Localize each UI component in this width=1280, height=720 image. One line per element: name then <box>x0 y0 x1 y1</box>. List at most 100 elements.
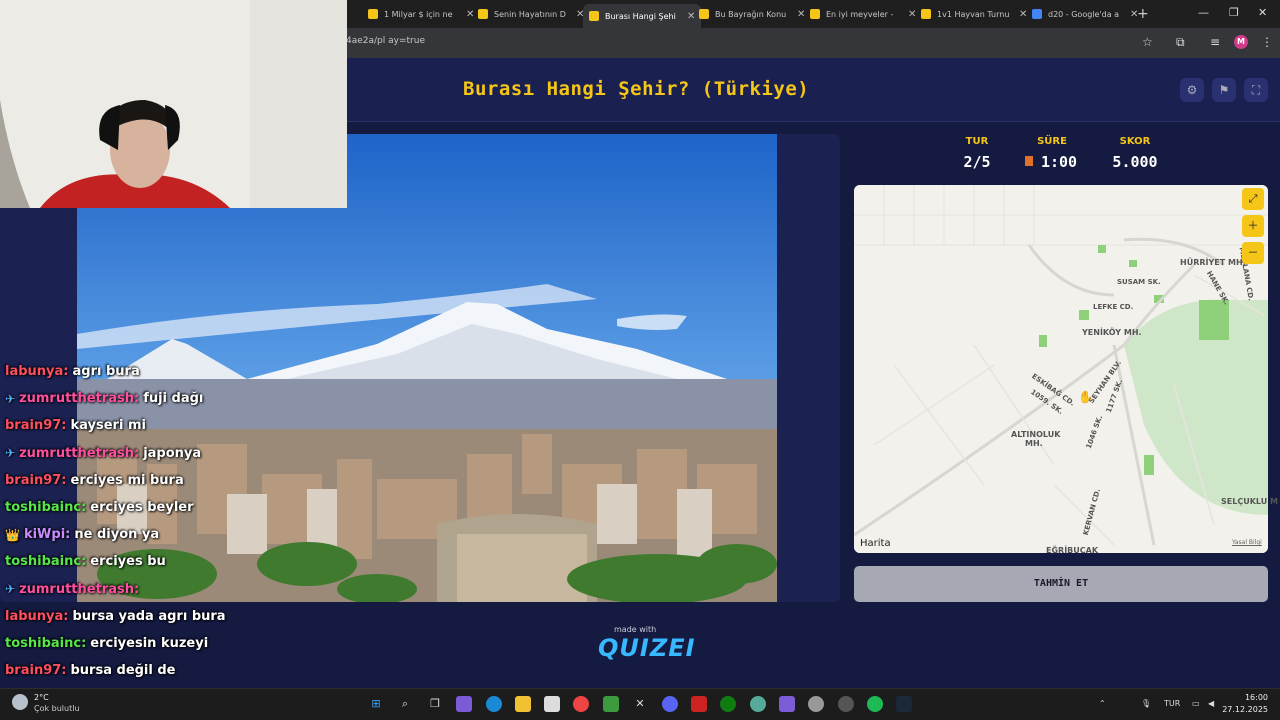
chat-text: bursa yada agrı bura <box>72 608 226 624</box>
tray-chevron-icon[interactable]: ⌃ <box>1099 699 1106 708</box>
profile-avatar[interactable]: M <box>1234 35 1248 49</box>
chat-badge-icon: ✈ <box>5 446 16 461</box>
close-window-icon[interactable]: ✕ <box>1258 6 1267 19</box>
map-label: ALTINOLUK <box>1011 430 1061 439</box>
steam-icon[interactable] <box>896 696 912 712</box>
chat-message: toshibainc: erciyes bu <box>5 548 425 575</box>
chat-message: brain97: kayseri mi <box>5 412 425 439</box>
extensions-icon[interactable]: ⧉ <box>1176 35 1185 50</box>
tab-favicon-icon <box>589 11 599 21</box>
bookmark-star-icon[interactable]: ☆ <box>1142 35 1153 49</box>
browser-tab[interactable]: d20 - Google'da a ✕ <box>1026 4 1144 24</box>
legal-link[interactable]: Yasal Bilgi <box>1232 539 1262 546</box>
tab-favicon-icon <box>368 9 378 19</box>
weather-temp[interactable]: 2°C <box>34 693 49 702</box>
tab-title: 1 Milyar $ için ne <box>384 9 453 19</box>
new-tab-button[interactable]: + <box>1137 6 1149 22</box>
browser-tab[interactable]: Bu Bayrağın Konu ✕ <box>693 4 811 24</box>
tab-favicon-icon <box>810 9 820 19</box>
browser-tab[interactable]: Senin Hayatının D ✕ <box>472 4 590 24</box>
chat-message: labunya: agrı bura <box>5 358 425 385</box>
obs-icon[interactable] <box>838 696 854 712</box>
app-icon[interactable] <box>750 696 766 712</box>
spotify-icon[interactable] <box>867 696 883 712</box>
copilot-icon[interactable] <box>456 696 472 712</box>
chat-username[interactable]: toshibainc: <box>5 636 86 651</box>
volume-icon[interactable]: ◀ <box>1208 699 1214 708</box>
map-label: SUSAM SK. <box>1117 278 1161 286</box>
settings-icon[interactable]: ⚙ <box>1180 78 1204 102</box>
chat-username[interactable]: zumrutthetrash: <box>19 582 139 597</box>
start-icon[interactable]: ⊞ <box>368 696 384 712</box>
browser-tab[interactable]: 1 Milyar $ için ne ✕ <box>362 4 480 24</box>
chat-username[interactable]: kiWpi: <box>24 527 70 542</box>
chat-username[interactable]: brain97: <box>5 473 67 488</box>
clock-date[interactable]: 27.12.2025 <box>1220 705 1268 714</box>
chat-badge-icon: ✈ <box>5 582 16 597</box>
map-label: HÜRRİYET MH. <box>1180 258 1246 267</box>
browser-tab[interactable]: En iyi meyveler - ✕ <box>804 4 922 24</box>
weather-icon[interactable] <box>12 694 28 710</box>
chat-username[interactable]: labunya: <box>5 364 69 379</box>
restore-icon[interactable]: ❐ <box>1229 6 1239 19</box>
chat-badge-icon: 👑 <box>5 527 20 542</box>
media-icon[interactable]: ≡ <box>1210 35 1220 49</box>
weather-desc[interactable]: Çok bulutlu <box>34 704 80 713</box>
chat-message: toshibainc: erciyes beyler <box>5 494 425 521</box>
chat-username[interactable]: zumrutthetrash: <box>19 391 139 406</box>
chat-text: erciyes mi bura <box>70 472 184 488</box>
clock-time[interactable]: 16:00 <box>1228 693 1268 702</box>
url-field[interactable]: 4ae2a/pl ay=true <box>346 36 425 46</box>
chat-message: brain97: erciyes mi bura <box>5 467 425 494</box>
chat-username[interactable]: brain97: <box>5 418 67 433</box>
zoom-in-icon[interactable]: ＋ <box>1242 215 1264 237</box>
chat-text: bursa değil de <box>70 663 176 679</box>
chat-username[interactable]: toshibainc: <box>5 500 86 515</box>
chrome-icon[interactable] <box>573 696 589 712</box>
flag-icon[interactable]: ⚑ <box>1212 78 1236 102</box>
chat-username[interactable]: labunya: <box>5 609 69 624</box>
app-icon[interactable]: ✕ <box>632 696 648 712</box>
network-icon[interactable]: ▭ <box>1192 699 1200 708</box>
fullscreen-icon[interactable]: ⛶ <box>1244 78 1268 102</box>
menu-icon[interactable]: ⋮ <box>1261 35 1273 49</box>
round-label: TUR <box>965 136 989 147</box>
guess-map[interactable] <box>854 185 1268 553</box>
hand-cursor-icon: ✋ <box>1078 390 1093 404</box>
chat-username[interactable]: zumrutthetrash: <box>19 446 139 461</box>
minecraft-icon[interactable] <box>603 696 619 712</box>
discord-icon[interactable] <box>662 696 678 712</box>
edge-icon[interactable] <box>486 696 502 712</box>
map-attribution: Harita <box>860 538 891 549</box>
youtube-icon[interactable] <box>691 696 707 712</box>
guess-button[interactable]: TAHMİN ET <box>854 566 1268 602</box>
chat-badge-icon: ✈ <box>5 391 16 406</box>
chat-message: ✈ zumrutthetrash: <box>5 576 425 603</box>
chat-text: ne diyon ya <box>74 527 160 543</box>
xbox-icon[interactable] <box>720 696 736 712</box>
time-label: SÜRE <box>1037 136 1067 147</box>
language-indicator[interactable]: TUR <box>1164 699 1180 708</box>
store-icon[interactable] <box>544 696 560 712</box>
tab-favicon-icon <box>921 9 931 19</box>
round-value: 2/5 <box>963 153 991 171</box>
mic-icon[interactable]: 🎙 <box>1141 699 1151 708</box>
tab-title: En iyi meyveler - <box>826 9 894 19</box>
minimize-icon[interactable]: — <box>1198 6 1209 19</box>
search-icon[interactable]: ⌕ <box>397 696 413 712</box>
chat-message: 👑 kiWpi: ne diyon ya <box>5 521 425 548</box>
browser-tab[interactable]: 1v1 Hayvan Turnu ✕ <box>915 4 1033 24</box>
expand-map-icon[interactable]: ⤢ <box>1242 188 1264 210</box>
chat-username[interactable]: brain97: <box>5 663 67 678</box>
browser-tab[interactable]: Burası Hangi Şehi ✕ <box>583 4 702 28</box>
app-icon[interactable] <box>779 696 795 712</box>
tab-title: Senin Hayatının D <box>494 9 566 19</box>
zoom-out-icon[interactable]: － <box>1242 242 1264 264</box>
map-label: EĞRİBUCAK <box>1046 546 1099 555</box>
webcam-overlay <box>0 0 347 208</box>
chat-username[interactable]: toshibainc: <box>5 554 86 569</box>
app-icon[interactable] <box>808 696 824 712</box>
file-explorer-icon[interactable] <box>515 696 531 712</box>
chat-text: japonya <box>143 445 202 461</box>
task-view-icon[interactable]: ❐ <box>427 696 443 712</box>
